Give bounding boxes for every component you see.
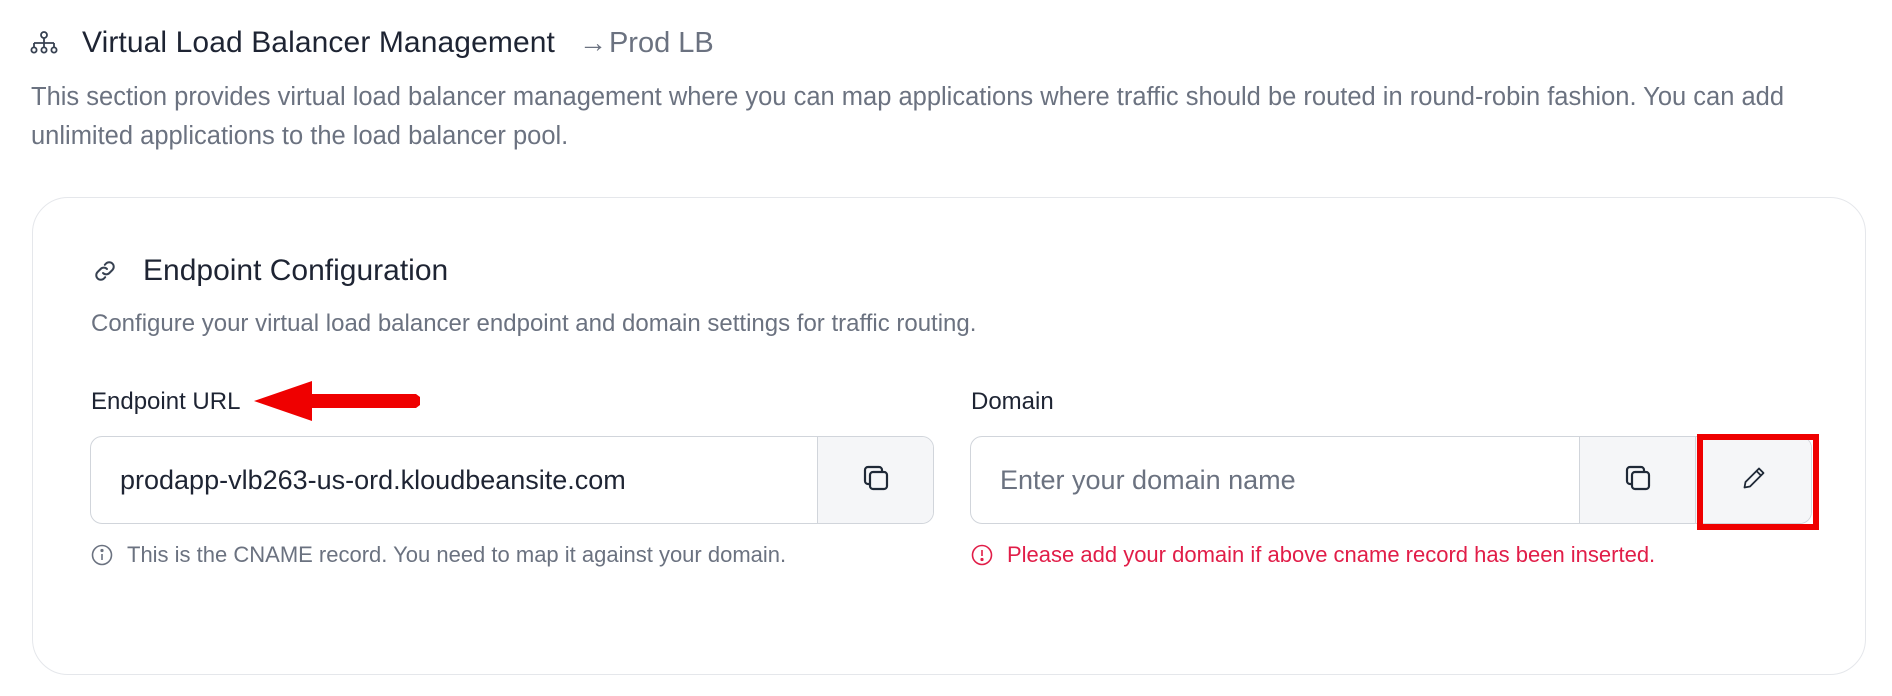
page-header: Virtual Load Balancer Management → Prod … [30,26,714,60]
sitemap-icon [30,30,60,56]
alert-icon [971,544,993,566]
page: Virtual Load Balancer Management → Prod … [0,0,1892,696]
info-icon [91,544,113,566]
domain-error-label: Please add your domain if above cname re… [1007,542,1656,567]
endpoint-helper-label: This is the CNAME record. You need to ma… [127,542,787,567]
link-icon [93,259,117,283]
card-title: Endpoint Configuration [143,254,449,287]
copy-icon [1623,463,1653,498]
annotation-arrow-icon [254,381,420,421]
copy-endpoint-button[interactable] [817,437,933,523]
breadcrumb-current[interactable]: Prod LB [609,27,714,60]
breadcrumb-arrow-icon: → [578,27,607,58]
annotation-highlight-box [1697,434,1819,530]
copy-icon [861,463,891,498]
card-description: Configure your virtual load balancer end… [91,310,977,337]
endpoint-url-label: Endpoint URL [91,388,241,415]
breadcrumb[interactable]: → Prod LB [579,27,714,60]
page-title: Virtual Load Balancer Management [82,26,555,59]
domain-error-text: Please add your domain if above cname re… [971,542,1655,568]
page-description: This section provides virtual load balan… [31,83,1785,150]
endpoint-helper-text: This is the CNAME record. You need to ma… [91,542,786,568]
endpoint-url-field: prodapp-vlb263-us-ord.kloudbeansite.com [90,436,934,524]
domain-input[interactable] [971,437,1579,523]
endpoint-configuration-card: Endpoint Configuration Configure your vi… [32,197,1866,675]
endpoint-url-value[interactable]: prodapp-vlb263-us-ord.kloudbeansite.com [91,437,817,523]
card-header: Endpoint Configuration [93,254,448,288]
copy-domain-button[interactable] [1579,437,1695,523]
domain-field [970,436,1812,524]
domain-label: Domain [971,388,1054,415]
